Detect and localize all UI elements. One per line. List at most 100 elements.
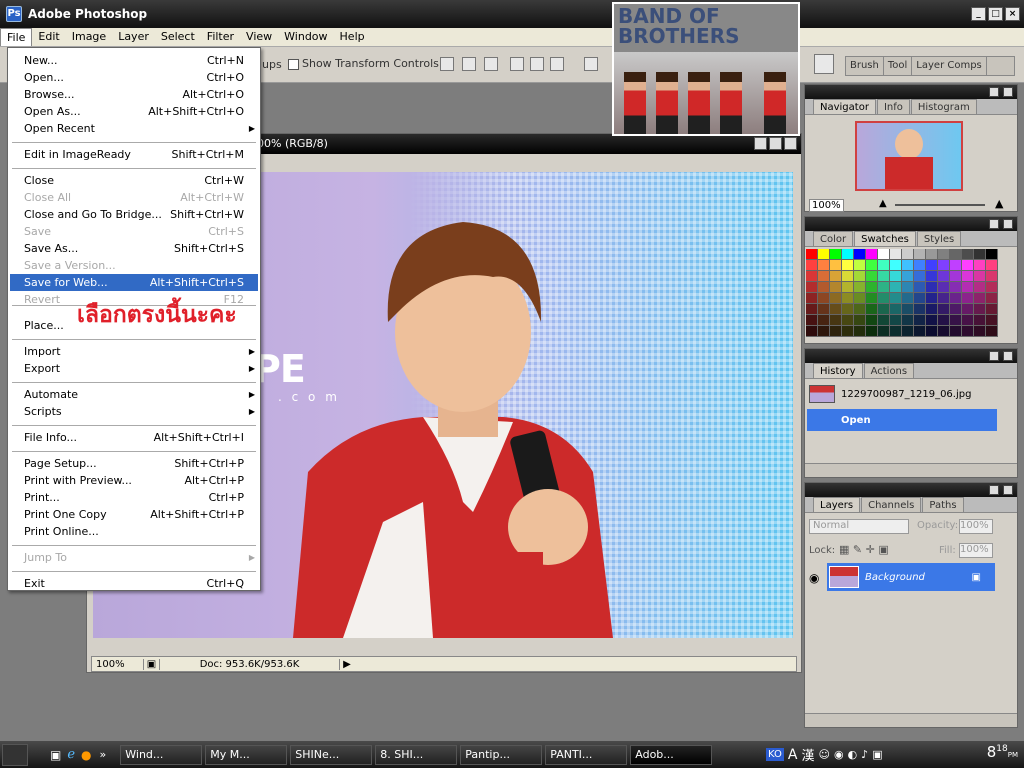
file-menu-item[interactable]: Save As... Shift+Ctrl+S (10, 240, 258, 257)
tab-color[interactable]: Color (813, 231, 854, 246)
well-tab-brush[interactable]: Brush (846, 57, 884, 75)
tab-histogram[interactable]: Histogram (910, 99, 977, 114)
task-shine-1[interactable]: SHINe... (290, 744, 373, 765)
maximize-button[interactable]: □ (988, 7, 1003, 21)
history-snapshot[interactable]: 1229700987_1219_06.jpg (807, 383, 997, 405)
status-arrow-icon[interactable]: ▶ (340, 659, 354, 670)
fill-field[interactable]: 100% (959, 543, 993, 558)
distribute-top-icon[interactable] (584, 57, 598, 71)
task-pantip-2[interactable]: PANTI... (545, 744, 628, 765)
task-photoshop[interactable]: Adob... (630, 744, 713, 765)
file-menu-item[interactable]: Jump To ▶ (10, 549, 258, 566)
hanja-icon[interactable]: 漢 (801, 745, 814, 764)
tray-icon-2[interactable]: ◉ (834, 748, 844, 761)
history-minimize-button[interactable] (989, 351, 999, 361)
file-menu-item[interactable]: Print with Preview... Alt+Ctrl+P (10, 472, 258, 489)
firefox-icon[interactable]: ● (81, 748, 91, 762)
status-menu-icon[interactable]: ▣ (144, 658, 160, 670)
doc-minimize-button[interactable] (754, 137, 767, 150)
file-menu-item[interactable]: Print Online... (10, 523, 258, 540)
file-menu-item[interactable]: Exit Ctrl+Q (10, 575, 258, 592)
show-transform-checkbox[interactable] (288, 59, 299, 70)
task-windows[interactable]: Wind... (120, 744, 203, 765)
show-desktop-icon[interactable]: ▣ (50, 748, 61, 762)
navigator-close-button[interactable] (1003, 87, 1013, 97)
well-tab-layer-comps[interactable]: Layer Comps (912, 57, 987, 75)
task-my-computer[interactable]: My M... (205, 744, 288, 765)
menu-file[interactable]: File (0, 28, 33, 46)
file-menu-item[interactable]: Close and Go To Bridge... Shift+Ctrl+W (10, 206, 258, 223)
file-menu-item[interactable]: Page Setup... Shift+Ctrl+P (10, 455, 258, 472)
menu-layer[interactable]: Layer (112, 28, 155, 46)
task-pantip-1[interactable]: Pantip... (460, 744, 543, 765)
palette-icon[interactable] (814, 54, 834, 74)
tab-info[interactable]: Info (876, 99, 910, 114)
file-menu-item[interactable]: Scripts ▶ (10, 403, 258, 420)
menu-help[interactable]: Help (334, 28, 371, 46)
menu-window[interactable]: Window (278, 28, 333, 46)
volume-icon[interactable]: ♪ (861, 748, 868, 761)
file-menu-item[interactable]: Print One Copy Alt+Shift+Ctrl+P (10, 506, 258, 523)
align-hcenter-icon[interactable] (530, 57, 544, 71)
file-menu-item[interactable]: Edit in ImageReady Shift+Ctrl+M (10, 146, 258, 163)
file-menu-item[interactable]: Save a Version... (10, 257, 258, 274)
zoom-slider[interactable] (895, 204, 985, 206)
close-button[interactable]: × (1005, 7, 1020, 21)
tab-swatches[interactable]: Swatches (854, 231, 916, 246)
tab-layers[interactable]: Layers (813, 497, 861, 512)
blend-mode-select[interactable]: Normal (809, 519, 909, 534)
zoom-in-icon[interactable]: ▲ (995, 197, 1003, 210)
history-close-button[interactable] (1003, 351, 1013, 361)
file-menu-item[interactable]: Print... Ctrl+P (10, 489, 258, 506)
task-shine-2[interactable]: 8. SHI... (375, 744, 458, 765)
align-left-icon[interactable] (510, 57, 524, 71)
zoom-out-icon[interactable]: ▲ (879, 198, 887, 209)
navigator-minimize-button[interactable] (989, 87, 999, 97)
layers-close-button[interactable] (1003, 485, 1013, 495)
file-menu-item[interactable]: Open Recent ▶ (10, 120, 258, 137)
tab-history[interactable]: History (813, 363, 863, 378)
opacity-field[interactable]: 100% (959, 519, 993, 534)
tab-navigator[interactable]: Navigator (813, 99, 876, 114)
file-menu-item[interactable]: Browse... Alt+Ctrl+O (10, 86, 258, 103)
file-menu-item[interactable]: Open... Ctrl+O (10, 69, 258, 86)
menu-view[interactable]: View (240, 28, 278, 46)
well-tab-tool[interactable]: Tool (884, 57, 913, 75)
menu-select[interactable]: Select (155, 28, 201, 46)
ie-icon[interactable]: ℯ (67, 747, 75, 762)
file-menu-item[interactable]: Import ▶ (10, 343, 258, 360)
ime-mode-icon[interactable]: A (788, 747, 798, 763)
menu-image[interactable]: Image (66, 28, 112, 46)
file-menu-item[interactable]: Export ▶ (10, 360, 258, 377)
tray-icon-3[interactable]: ◐ (848, 748, 858, 761)
tab-channels[interactable]: Channels (861, 497, 922, 512)
navigator-zoom[interactable]: 100% (809, 199, 844, 212)
zoom-field[interactable]: 100% (92, 658, 144, 670)
file-menu-item[interactable]: Save Ctrl+S (10, 223, 258, 240)
file-menu-item[interactable]: New... Ctrl+N (10, 52, 258, 69)
menu-filter[interactable]: Filter (201, 28, 240, 46)
tab-styles[interactable]: Styles (916, 231, 962, 246)
file-menu-item[interactable]: File Info... Alt+Shift+Ctrl+I (10, 429, 258, 446)
file-menu-item[interactable]: Save for Web... Alt+Shift+Ctrl+S (10, 274, 258, 291)
swatches-minimize-button[interactable] (989, 219, 999, 229)
file-menu-item[interactable]: Close All Alt+Ctrl+W (10, 189, 258, 206)
doc-close-button[interactable] (784, 137, 797, 150)
start-button[interactable] (2, 743, 28, 766)
layers-minimize-button[interactable] (989, 485, 999, 495)
language-indicator[interactable]: KO (766, 748, 784, 761)
align-top-icon[interactable] (440, 57, 454, 71)
minimize-button[interactable]: _ (971, 7, 986, 21)
eye-icon[interactable]: ◉ (809, 571, 819, 585)
network-icon[interactable]: ▣ (872, 748, 882, 761)
align-bottom-icon[interactable] (484, 57, 498, 71)
navigator-preview[interactable] (855, 121, 963, 191)
file-menu-item[interactable]: Open As... Alt+Shift+Ctrl+O (10, 103, 258, 120)
align-vcenter-icon[interactable] (462, 57, 476, 71)
file-menu-item[interactable]: Automate ▶ (10, 386, 258, 403)
swatch-grid[interactable] (806, 249, 1002, 337)
lock-icons[interactable]: ▦ ✎ ✛ ▣ (839, 543, 889, 556)
menu-edit[interactable]: Edit (32, 28, 65, 46)
file-menu-item[interactable]: Close Ctrl+W (10, 172, 258, 189)
quicklaunch-more-icon[interactable]: » (100, 748, 107, 761)
